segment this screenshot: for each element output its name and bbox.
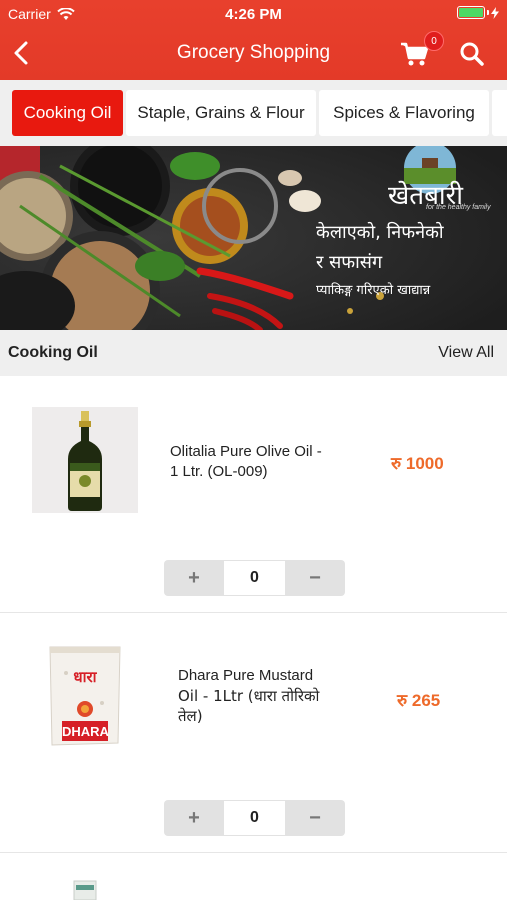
quantity-value: 0 xyxy=(224,560,285,596)
status-time: 4:26 PM xyxy=(225,6,282,23)
section-title: Cooking Oil xyxy=(8,344,98,361)
banner-line-3: प्याकिङ्ग गरिएको खाद्यान्न xyxy=(316,283,431,298)
cart-count-badge: 0 xyxy=(424,31,444,51)
product-image-label: OLITALIA xyxy=(75,470,95,475)
olive-oil-bottle-image xyxy=(68,411,102,511)
view-all-link[interactable]: View All xyxy=(438,344,494,362)
tab-staple-grains-flour[interactable]: Staple, Grains & Flour xyxy=(126,90,316,136)
product-name-line-3: तेल) xyxy=(178,707,203,725)
quantity-stepper: + 0 − xyxy=(164,560,345,596)
product-name-line-2: 1 Ltr. (OL-009) xyxy=(170,463,268,480)
tab-next-partial[interactable] xyxy=(492,90,507,136)
quantity-value: 0 xyxy=(224,800,285,836)
product-name-line-2: Oil - 1Ltr (धारा तोरिको xyxy=(178,687,320,705)
section-header: Cooking Oil View All xyxy=(0,330,507,376)
product-image[interactable]: OLITALIA xyxy=(32,407,138,513)
product-name: Olitalia Pure Olive Oil - 1 Ltr. (OL-009… xyxy=(170,442,322,482)
product-image[interactable] xyxy=(72,879,98,901)
product-card: धारा DHARA Dhara Pure Mustard Oil - 1Ltr… xyxy=(0,613,507,853)
product-name-line-1: Dhara Pure Mustard xyxy=(178,667,314,684)
banner-line-1: केलाएको, निफनेको xyxy=(316,222,444,243)
quantity-stepper: + 0 − xyxy=(164,800,345,836)
product-name: Dhara Pure Mustard Oil - 1Ltr (धारा तोरि… xyxy=(178,666,319,726)
banner-line-2: र सफासंग xyxy=(316,252,383,273)
status-bar: Carrier 4:26 PM xyxy=(0,0,507,28)
promo-banner[interactable]: खेतबारी for the healthy family केलाएको, … xyxy=(0,146,507,330)
decrease-quantity-button[interactable]: − xyxy=(285,560,345,596)
increase-quantity-button[interactable]: + xyxy=(164,800,224,836)
tab-spices-flavoring[interactable]: Spices & Flavoring xyxy=(319,90,489,136)
decrease-quantity-button[interactable]: − xyxy=(285,800,345,836)
battery-icon xyxy=(457,6,499,19)
product-price: रु 265 xyxy=(397,691,441,710)
charging-icon xyxy=(491,6,499,19)
navigation-bar: Grocery Shopping 0 xyxy=(0,28,507,80)
category-tabs: Cooking Oil Staple, Grains & Flour Spice… xyxy=(0,80,507,146)
app-header: Carrier 4:26 PM Grocery Shopping 0 xyxy=(0,0,507,80)
increase-quantity-button[interactable]: + xyxy=(164,560,224,596)
product-image-label: DHARA xyxy=(62,724,109,739)
product-name-line-1: Olitalia Pure Olive Oil - xyxy=(170,443,322,460)
search-icon[interactable] xyxy=(458,40,486,68)
product-card: OLITALIA Olitalia Pure Olive Oil - 1 Ltr… xyxy=(0,376,507,613)
tab-cooking-oil[interactable]: Cooking Oil xyxy=(12,90,123,136)
product-thumbnail-image xyxy=(73,880,97,901)
product-price: रु 1000 xyxy=(391,454,444,473)
product-card-partial xyxy=(0,853,507,901)
banner-tagline: for the healthy family xyxy=(426,204,491,211)
product-image-label-nepali: धारा xyxy=(73,668,97,686)
product-image[interactable]: धारा DHARA xyxy=(32,643,138,749)
